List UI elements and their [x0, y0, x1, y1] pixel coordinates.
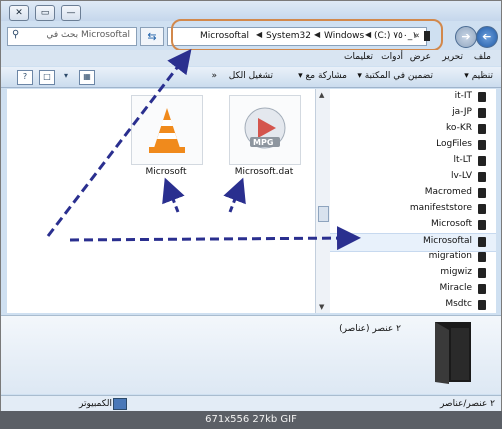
- image-caption: 671x556 27kb GIF: [0, 411, 502, 429]
- annotation-arrows: [46, 48, 361, 251]
- arrow-to-selected-folder: [69, 226, 361, 251]
- arrow-to-address-bar: [46, 48, 192, 237]
- arrow-to-microsoft-dat-file: [223, 177, 246, 213]
- arrow-to-microsoft-file: [162, 177, 185, 213]
